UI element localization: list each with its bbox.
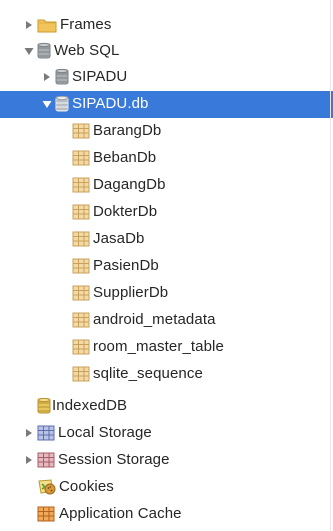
storage-grid-icon xyxy=(37,452,55,468)
collapse-arrow-icon[interactable] xyxy=(23,45,35,57)
tree-item-label: JasaDb xyxy=(93,230,145,248)
tree-item-local-storage[interactable]: Local Storage xyxy=(0,420,333,447)
tree-item-table[interactable]: SupplierDb xyxy=(0,280,333,307)
tree-item-frames[interactable]: Frames xyxy=(0,12,333,39)
tree-item-table[interactable]: PasienDb xyxy=(0,253,333,280)
tree-item-table[interactable]: JasaDb xyxy=(0,226,333,253)
tree-item-database-sipadu-db[interactable]: SIPADU.db xyxy=(0,91,333,118)
tree-item-label: SIPADU xyxy=(72,68,128,86)
table-icon xyxy=(72,123,90,139)
tree-item-label: sqlite_sequence xyxy=(93,365,203,383)
tree-item-application-cache[interactable]: Application Cache xyxy=(0,501,333,528)
panel-divider xyxy=(330,0,331,531)
table-icon xyxy=(72,150,90,166)
table-icon xyxy=(72,312,90,328)
tree-item-label: PasienDb xyxy=(93,257,159,275)
table-icon xyxy=(72,204,90,220)
tree-item-label: Local Storage xyxy=(58,424,152,442)
tree-item-label: android_metadata xyxy=(93,311,216,329)
tree-item-table[interactable]: BarangDb xyxy=(0,118,333,145)
resources-tree-panel: Frames Web SQL SIPADU SIPADU.db BarangDb… xyxy=(0,0,333,531)
tree-item-label: BebanDb xyxy=(93,149,157,167)
expand-arrow-icon[interactable] xyxy=(23,19,35,31)
table-icon xyxy=(72,339,90,355)
tree-item-table[interactable]: sqlite_sequence xyxy=(0,361,333,388)
tree-item-label: Web SQL xyxy=(54,42,120,60)
tree-item-indexeddb[interactable]: IndexedDB xyxy=(0,393,333,420)
folder-icon xyxy=(37,17,57,33)
storage-grid-icon xyxy=(37,425,55,441)
tree-item-web-sql[interactable]: Web SQL xyxy=(0,38,333,65)
cache-grid-icon xyxy=(37,506,55,522)
database-icon xyxy=(37,397,51,415)
database-icon xyxy=(37,42,51,60)
table-icon xyxy=(72,231,90,247)
tree-item-label: BarangDb xyxy=(93,122,162,140)
tree-item-label: Session Storage xyxy=(58,451,170,469)
expand-arrow-icon[interactable] xyxy=(23,454,35,466)
table-icon xyxy=(72,177,90,193)
tree-item-label: Cookies xyxy=(59,478,114,496)
tree-item-table[interactable]: BebanDb xyxy=(0,145,333,172)
tree-item-label: Application Cache xyxy=(59,505,182,523)
tree-item-label: IndexedDB xyxy=(52,397,128,415)
expand-arrow-icon[interactable] xyxy=(41,71,53,83)
table-icon xyxy=(72,258,90,274)
tree-item-table[interactable]: DagangDb xyxy=(0,172,333,199)
tree-item-label: SIPADU.db xyxy=(72,95,149,113)
tree-item-label: room_master_table xyxy=(93,338,224,356)
cookie-icon xyxy=(37,478,57,496)
tree-item-cookies[interactable]: Cookies xyxy=(0,474,333,501)
tree-item-label: DagangDb xyxy=(93,176,166,194)
tree-item-database-sipadu[interactable]: SIPADU xyxy=(0,64,333,91)
tree-item-table[interactable]: room_master_table xyxy=(0,334,333,361)
tree-item-session-storage[interactable]: Session Storage xyxy=(0,447,333,474)
tree-item-label: DokterDb xyxy=(93,203,158,221)
tree-item-label: Frames xyxy=(60,16,112,34)
collapse-arrow-icon[interactable] xyxy=(41,98,53,110)
expand-arrow-icon[interactable] xyxy=(23,427,35,439)
table-icon xyxy=(72,366,90,382)
database-icon xyxy=(55,95,69,113)
database-icon xyxy=(55,68,69,86)
tree-item-table[interactable]: DokterDb xyxy=(0,199,333,226)
tree-item-label: SupplierDb xyxy=(93,284,169,302)
tree-item-table[interactable]: android_metadata xyxy=(0,307,333,334)
table-icon xyxy=(72,285,90,301)
